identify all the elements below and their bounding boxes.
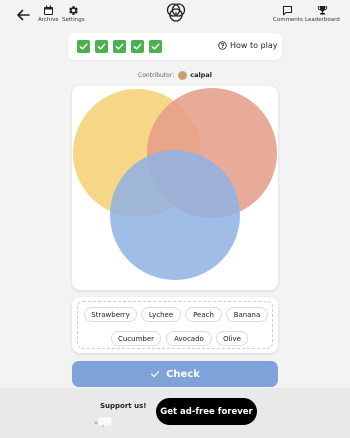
word-chip[interactable]: Avocado xyxy=(166,331,212,346)
checkmark-icon xyxy=(97,43,106,50)
progress-checkbox-5 xyxy=(149,40,162,53)
arrow-left-icon xyxy=(17,9,30,21)
support-footer: Support us! Get ad-free forever xyxy=(0,388,350,438)
word-chip[interactable]: Strawberry xyxy=(84,307,137,322)
word-chip[interactable]: Peach xyxy=(185,307,222,322)
check-button-label: Check xyxy=(166,368,200,380)
word-tray: Strawberry Lychee Peach Banana Cucumber … xyxy=(72,297,278,353)
venn-logo-icon xyxy=(166,3,186,22)
progress-checkbox-4 xyxy=(131,40,144,53)
progress-checkbox-3 xyxy=(113,40,126,53)
ad-free-button[interactable]: Get ad-free forever xyxy=(156,398,257,425)
question-circle-icon xyxy=(218,41,227,50)
contributor-label: Contributor: xyxy=(138,71,175,79)
leaderboard-button[interactable]: Leaderboard xyxy=(305,5,340,23)
settings-button[interactable]: Settings xyxy=(62,5,85,23)
comment-icon xyxy=(283,5,293,16)
comments-button[interactable]: Comments xyxy=(273,5,303,23)
contributor-name[interactable]: calpal xyxy=(190,71,212,79)
checkmark-icon xyxy=(150,371,160,378)
app-logo xyxy=(165,2,187,24)
trophy-icon xyxy=(317,6,328,15)
progress-checkbox-1 xyxy=(77,40,90,53)
word-chip[interactable]: Banana xyxy=(226,307,268,322)
contributor-avatar xyxy=(178,70,188,80)
venn-diagram xyxy=(73,88,277,280)
archive-label: Archive xyxy=(38,17,59,23)
leaderboard-label: Leaderboard xyxy=(305,17,340,23)
checkmark-icon xyxy=(115,43,124,50)
word-chip[interactable]: Cucumber xyxy=(111,331,161,346)
check-button[interactable]: Check xyxy=(72,361,278,387)
contributor-line: Contributor: calpal xyxy=(0,69,350,81)
support-illustration xyxy=(94,416,113,427)
top-bar: Archive Settings Comments Leaderboard xyxy=(0,0,350,30)
checkmark-icon xyxy=(133,43,142,50)
how-to-play-button[interactable]: How to play xyxy=(218,41,278,50)
word-tray-dropzone: Strawberry Lychee Peach Banana Cucumber … xyxy=(77,301,273,349)
calendar-icon xyxy=(43,5,53,15)
checkmark-icon xyxy=(79,43,88,50)
venn-board xyxy=(72,86,278,290)
progress-bar: How to play xyxy=(68,33,282,60)
word-chip[interactable]: Olive xyxy=(216,331,248,346)
back-button[interactable] xyxy=(14,6,32,24)
archive-button[interactable]: Archive xyxy=(38,5,59,23)
word-chip[interactable]: Lychee xyxy=(141,307,181,322)
venn-circle-blue[interactable] xyxy=(110,150,240,280)
support-label: Support us! xyxy=(100,402,147,410)
checkmark-icon xyxy=(151,43,160,50)
progress-checkbox-2 xyxy=(95,40,108,53)
how-to-play-label: How to play xyxy=(230,41,278,50)
settings-label: Settings xyxy=(62,17,85,23)
comments-label: Comments xyxy=(273,17,303,23)
gear-icon xyxy=(69,6,78,15)
